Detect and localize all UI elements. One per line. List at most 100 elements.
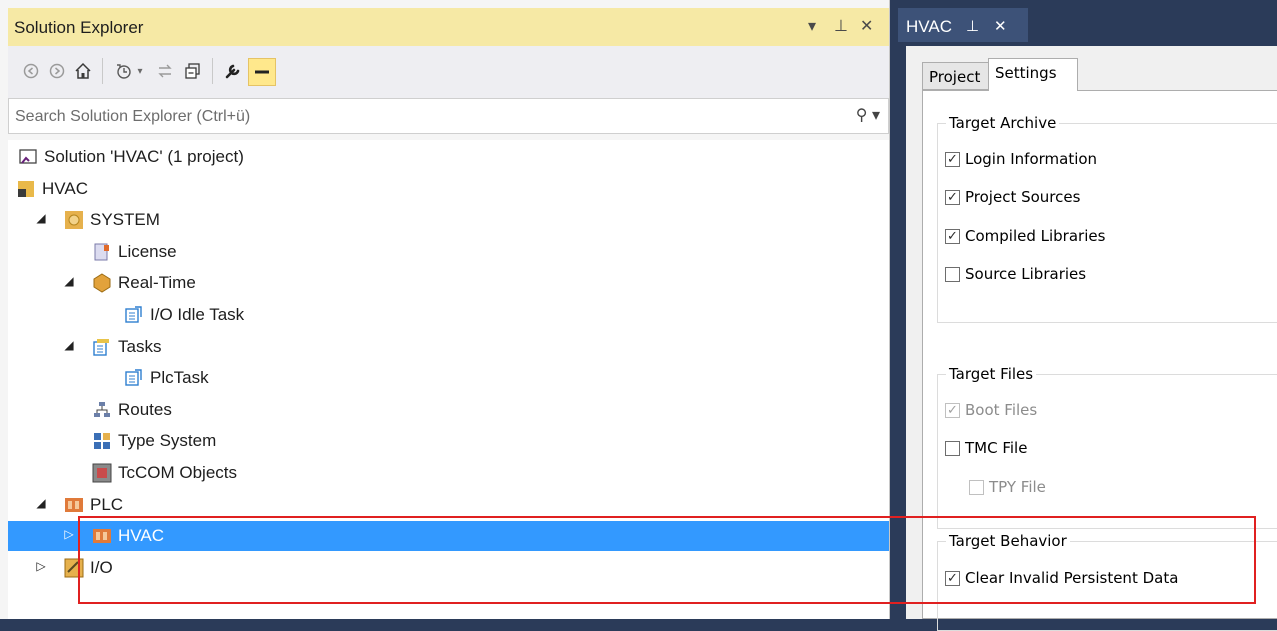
license-icon: [92, 242, 112, 262]
tree-node-hvac[interactable]: ▷ HVAC: [8, 521, 889, 552]
solution-tree: Solution 'HVAC' (1 project)◢HVAC◢SYSTEML…: [8, 140, 889, 619]
tccom-icon: [92, 463, 112, 483]
checkbox-label: Project Sources: [965, 188, 1081, 206]
tree-node-hvac[interactable]: ◢HVAC: [8, 174, 889, 204]
checkbox-clear-invalid-persistent-data[interactable]: ✓ Clear Invalid Persistent Data: [945, 567, 1178, 589]
properties-wrench-icon[interactable]: [222, 60, 244, 82]
group-title: Target Behavior: [946, 532, 1070, 550]
checkbox-label: TMC File: [965, 439, 1028, 457]
tree-node-tasks[interactable]: ◢ Tasks: [8, 332, 889, 362]
checkbox-compiled-libraries[interactable]: ✓ Compiled Libraries: [945, 225, 1105, 247]
io-icon: [64, 558, 84, 578]
routes-icon: [92, 400, 112, 420]
solution-icon: [18, 147, 38, 167]
tree-node-label: Tasks: [118, 336, 162, 356]
tree-node-label: TcCOM Objects: [118, 463, 238, 482]
pending-changes-icon[interactable]: [112, 60, 134, 82]
checkbox-boot-files: ✓ Boot Files: [945, 399, 1037, 421]
checkbox-label: Clear Invalid Persistent Data: [965, 569, 1179, 587]
checkbox-icon[interactable]: ✓: [945, 151, 960, 167]
tab-settings[interactable]: Settings: [988, 58, 1078, 91]
settings-pane: Target Archive ✓ Login Information ✓ Proje…: [922, 90, 1277, 631]
back-icon[interactable]: [20, 60, 42, 82]
tab-project[interactable]: Project: [922, 62, 992, 90]
tree-node-solution-hvac-1-project[interactable]: Solution 'HVAC' (1 project): [8, 142, 889, 172]
task-icon: [124, 305, 144, 325]
tree-node-label: I/O: [90, 557, 113, 577]
sync-icon[interactable]: [154, 60, 176, 82]
search-icon[interactable]: ⚲ ▾: [856, 105, 880, 125]
checkbox-icon[interactable]: [945, 266, 960, 282]
checkbox-icon[interactable]: ✓: [945, 228, 960, 244]
checkbox-label: Login Information: [965, 150, 1098, 168]
tree-node-label: PLC: [90, 494, 124, 514]
group-title: Target Files: [946, 365, 1037, 383]
checkbox-label: Boot Files: [965, 401, 1038, 419]
expand-arrow-icon[interactable]: ▷: [34, 559, 48, 573]
tree-node-label: Solution 'HVAC' (1 project): [44, 147, 244, 166]
plc-project-properties: Project Settings Target Archive ✓ Login I…: [906, 46, 1277, 631]
checkbox-project-sources[interactable]: ✓ Project Sources: [945, 186, 1080, 208]
search-input[interactable]: [13, 105, 817, 129]
checkbox-icon[interactable]: [945, 440, 960, 456]
tree-node-label: Routes: [118, 399, 172, 419]
tree-node-label: HVAC: [118, 526, 164, 546]
tree-node-i-o[interactable]: ▷ I/O: [8, 553, 889, 583]
tree-node-label: I/O Idle Task: [150, 305, 245, 324]
system-icon: [64, 210, 84, 230]
pin-icon[interactable]: ⊥: [966, 17, 979, 35]
collapse-all-icon[interactable]: [182, 60, 204, 82]
editor-panel: HVAC ⊥ ✕ Project Settings Target Archive…: [898, 0, 1277, 631]
document-tab-hvac[interactable]: HVAC ⊥ ✕: [898, 8, 1028, 42]
tree-node-label: License: [118, 241, 177, 261]
collapse-arrow-icon[interactable]: ◢: [62, 274, 76, 288]
expand-arrow-icon[interactable]: ▷: [62, 527, 76, 541]
solution-explorer-titlebar: Solution Explorer ▾ ⊥ ✕: [8, 8, 889, 46]
collapse-arrow-icon[interactable]: ◢: [62, 338, 76, 352]
tree-node-routes[interactable]: Routes: [8, 395, 889, 425]
checkbox-login-information[interactable]: ✓ Login Information: [945, 148, 1097, 170]
home-icon[interactable]: [72, 60, 94, 82]
plc-icon: [64, 495, 84, 515]
close-icon[interactable]: ✕: [994, 17, 1007, 35]
checkbox-tmc-file[interactable]: TMC File: [945, 437, 1027, 459]
tree-node-plc[interactable]: ◢ PLC: [8, 490, 889, 520]
forward-icon[interactable]: [46, 60, 68, 82]
tree-node-label: Real-Time: [118, 273, 196, 293]
search-box: ⚲ ▾: [8, 98, 889, 134]
chevron-down-icon[interactable]: ▾: [134, 60, 146, 82]
group-title: Target Archive: [946, 114, 1060, 132]
tree-node-label: HVAC: [42, 178, 88, 198]
type-system-icon: [92, 431, 112, 451]
tree-node-label: PlcTask: [150, 368, 209, 388]
checkbox-icon[interactable]: ✓: [945, 570, 960, 586]
close-icon[interactable]: ✕: [860, 16, 873, 36]
tree-node-label: SYSTEM: [90, 210, 160, 230]
checkbox-source-libraries[interactable]: Source Libraries: [945, 263, 1086, 285]
twincat-project-icon: [16, 179, 36, 199]
tree-node-system[interactable]: ◢ SYSTEM: [8, 205, 889, 235]
tree-node-i-o-idle-task[interactable]: I/O Idle Task: [8, 300, 889, 330]
checkbox-icon[interactable]: ✓: [945, 189, 960, 205]
collapse-arrow-icon[interactable]: ◢: [34, 496, 48, 510]
tree-node-real-time[interactable]: ◢ Real-Time: [8, 268, 889, 298]
tree-node-type-system[interactable]: Type System: [8, 426, 889, 456]
pin-icon[interactable]: ⊥: [834, 16, 848, 36]
window-position-dropdown-icon[interactable]: ▾: [808, 16, 816, 36]
checkbox-label: TPY File: [989, 478, 1046, 496]
tree-node-license[interactable]: License: [8, 237, 889, 267]
checkbox-label: Source Libraries: [965, 265, 1087, 283]
tasks-icon: [92, 337, 112, 357]
tree-node-plctask[interactable]: PlcTask: [8, 363, 889, 393]
preview-selected-items-icon[interactable]: [248, 58, 276, 86]
tree-node-label: Type System: [118, 431, 217, 451]
plc-project-icon: [92, 526, 112, 546]
checkbox-tpy-file: TPY File: [969, 476, 1046, 498]
task-icon: [124, 368, 144, 388]
solution-explorer-toolbar: ▾: [8, 46, 889, 99]
collapse-arrow-icon[interactable]: ◢: [34, 211, 48, 225]
checkbox-icon: ✓: [945, 402, 960, 418]
checkbox-icon: [969, 479, 984, 495]
tree-node-tccom-objects[interactable]: TcCOM Objects: [8, 458, 889, 488]
panel-title: Solution Explorer: [14, 18, 144, 37]
